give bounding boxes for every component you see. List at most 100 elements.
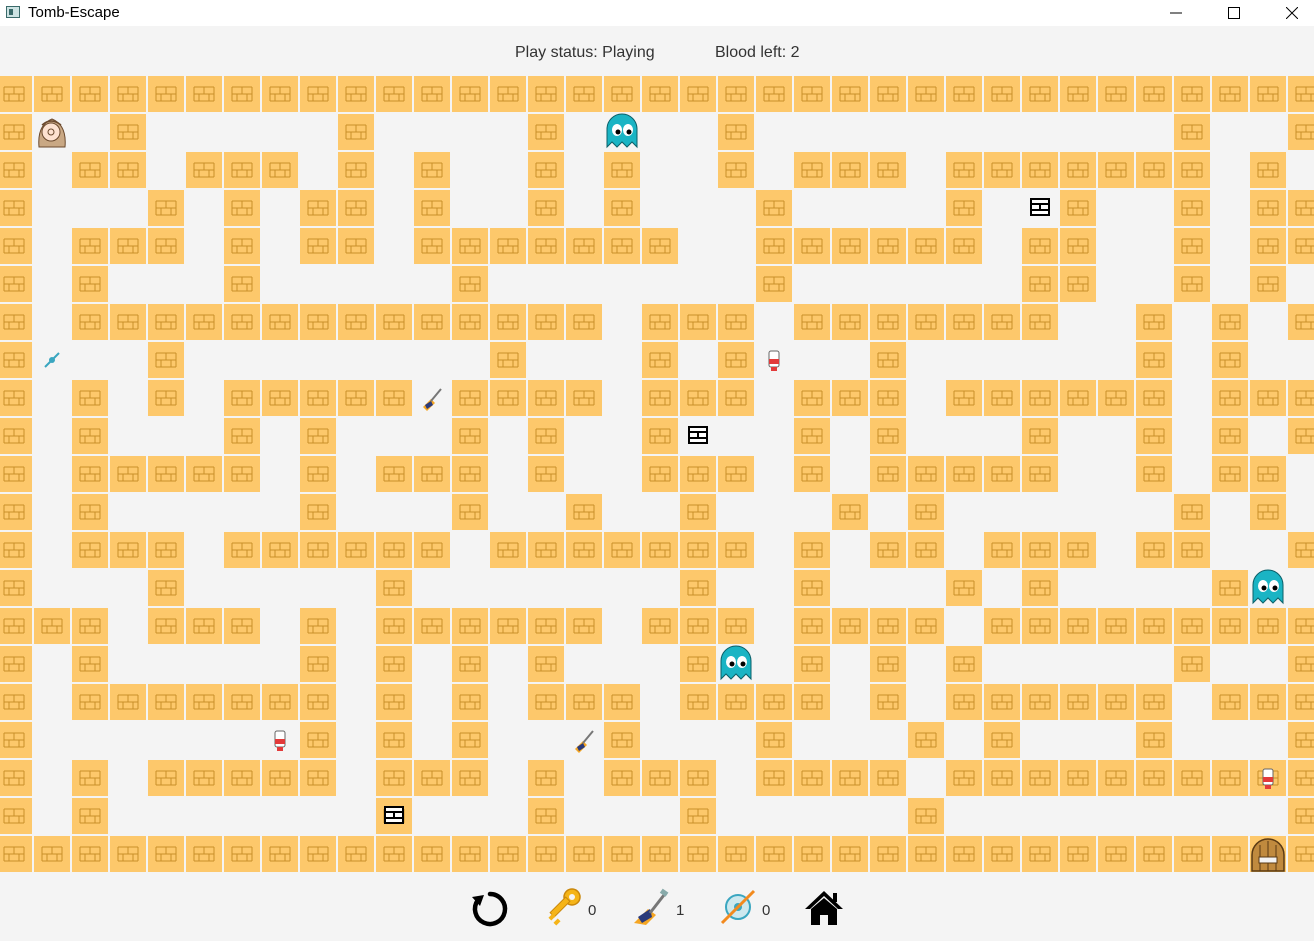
maze-wall [1097,75,1135,113]
shovel-item [413,379,451,417]
maze-wall [71,493,109,531]
maze-wall [71,797,109,835]
maze-wall [831,227,869,265]
maze-wall [945,835,983,873]
maze-wall [0,607,33,645]
maze-wall [71,151,109,189]
maze-wall [147,683,185,721]
maze-wall [831,303,869,341]
maze-wall [261,759,299,797]
shovel-item [565,721,603,759]
maze-wall [1021,569,1059,607]
maze-wall [375,303,413,341]
maze-wall [831,607,869,645]
maze-wall [679,645,717,683]
maze-wall [0,151,33,189]
maze-wall [1097,379,1135,417]
maze-wall [375,455,413,493]
home-icon [803,889,845,932]
home-button[interactable] [803,872,847,941]
key-tool[interactable]: 0 [545,872,605,941]
maze-wall [945,645,983,683]
maze-wall [0,303,33,341]
maze-wall [1135,531,1173,569]
maze-wall [375,569,413,607]
maze-wall [109,227,147,265]
maze-wall [1021,835,1059,873]
maze-wall [185,303,223,341]
maze-wall [299,227,337,265]
maze-wall [489,379,527,417]
maze-wall [109,75,147,113]
maze-wall [451,645,489,683]
box-item [1021,189,1059,227]
shovel-tool[interactable]: 1 [630,872,690,941]
box-item [375,797,413,835]
maze-wall [983,455,1021,493]
maze-wall [1287,189,1314,227]
box-item [679,417,717,455]
bottom-toolbar: 0 1 0 [0,872,1314,941]
maze-wall [527,189,565,227]
maze-wall [1059,607,1097,645]
maze-wall [641,455,679,493]
maze-wall [869,379,907,417]
maze-wall [679,759,717,797]
maze-wall [1173,227,1211,265]
maximize-button[interactable] [1205,0,1263,26]
maze-wall [1249,379,1287,417]
maze-wall [641,531,679,569]
blood-left: Blood left: 2 [715,44,800,61]
maze-wall [299,455,337,493]
close-button[interactable] [1263,0,1314,26]
maze-wall [1211,683,1249,721]
maze-wall [489,341,527,379]
restart-button[interactable] [470,872,514,941]
maze-wall [1287,531,1314,569]
maximize-icon [1228,7,1240,19]
maze-wall [755,835,793,873]
maze-wall [261,379,299,417]
maze-wall [679,455,717,493]
maze-wall [1173,113,1211,151]
maze-wall [223,151,261,189]
maze-wall [489,531,527,569]
maze-wall [223,303,261,341]
maze-wall [527,151,565,189]
maze-wall [945,759,983,797]
maze-wall [1287,683,1314,721]
maze-wall [717,455,755,493]
maze-wall [489,607,527,645]
maze-wall [1135,721,1173,759]
maze-wall [1249,227,1287,265]
maze-wall [717,113,755,151]
minimize-button[interactable] [1147,0,1205,26]
maze-wall [527,797,565,835]
maze-wall [1021,531,1059,569]
maze-wall [71,683,109,721]
maze-wall [0,759,33,797]
maze-wall [1287,75,1314,113]
maze-wall [527,607,565,645]
maze-wall [71,227,109,265]
maze-wall [717,75,755,113]
ghost [1249,569,1287,607]
maze-wall [793,455,831,493]
maze-wall [527,303,565,341]
potion-item [1249,759,1287,797]
compass-count: 0 [762,902,771,919]
maze-wall [1211,607,1249,645]
maze-wall [413,759,451,797]
maze-wall [831,835,869,873]
maze-wall [299,835,337,873]
maze-wall [679,797,717,835]
maze-wall [1135,683,1173,721]
maze-wall [793,303,831,341]
compass-tool[interactable]: 0 [720,872,780,941]
maze-wall [679,75,717,113]
maze-wall [261,151,299,189]
maze-wall [299,607,337,645]
maze-wall [945,683,983,721]
maze-wall [565,835,603,873]
maze-wall [1059,189,1097,227]
